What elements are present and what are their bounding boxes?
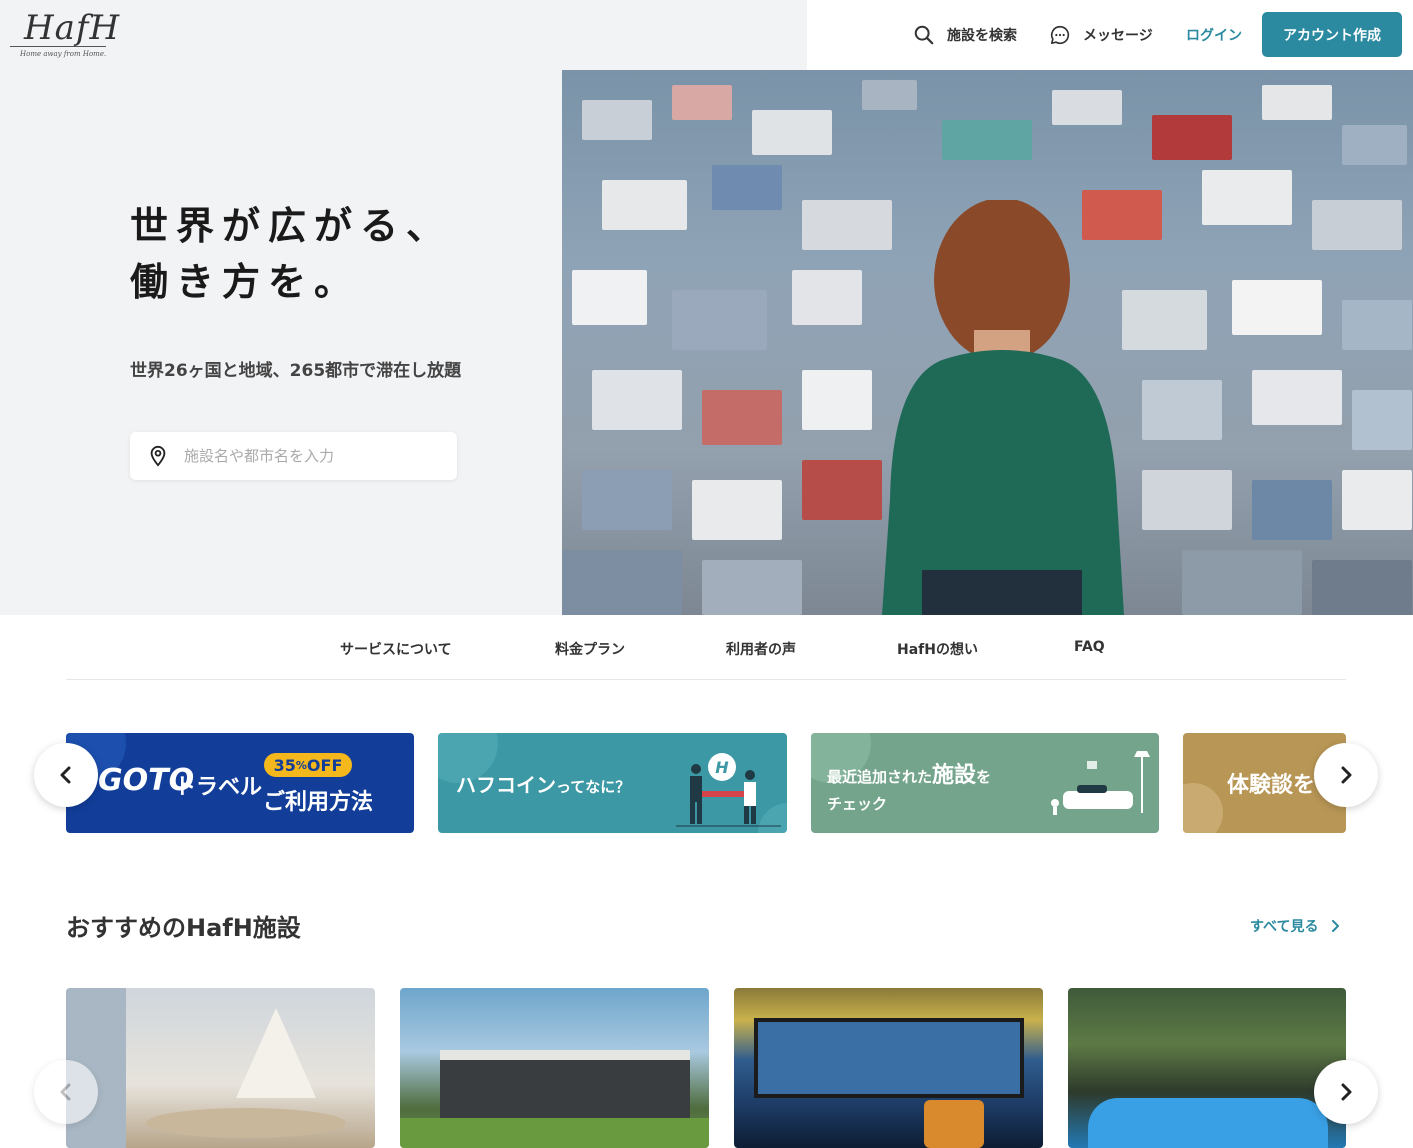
discount-off: OFF	[306, 755, 343, 775]
new-facilities-prefix: 最近追加された	[827, 768, 933, 786]
subnav-hafh-vision[interactable]: HafHの想い	[897, 639, 978, 659]
login-link[interactable]: ログイン	[1186, 22, 1242, 48]
hero-image-city-view	[562, 70, 1413, 615]
people-coin-illustration: H	[676, 753, 781, 827]
hero-text-panel	[0, 70, 562, 615]
building	[440, 1058, 690, 1118]
hafh-logo[interactable]: HafH Home away from Home.	[10, 6, 119, 62]
goto-usage-text: ご利用方法	[263, 790, 374, 815]
create-account-button[interactable]: アカウント作成	[1262, 12, 1402, 57]
subnav-pricing[interactable]: 料金プラン	[555, 639, 625, 659]
hafh-coin-suffix: ってなに？	[556, 778, 631, 796]
svg-text:H: H	[715, 758, 729, 777]
subnav-about-service[interactable]: サービスについて	[340, 639, 452, 659]
goto-travel-banner[interactable]: GOTO トラベル 35 % OFF ご利用方法	[66, 733, 414, 833]
hero-search-box[interactable]	[130, 432, 457, 480]
see-all-label: すべて見る	[1250, 919, 1319, 935]
chevron-left-icon	[60, 1083, 71, 1101]
facilities-next-button[interactable]	[1314, 1060, 1378, 1124]
hero-title-line2: 働き方を。	[130, 260, 361, 304]
banner-prev-button[interactable]	[34, 743, 98, 807]
logo-tagline: Home away from Home.	[20, 50, 107, 58]
search-icon	[914, 25, 934, 45]
section-navigation: サービスについて 料金プラン 利用者の声 HafHの想い FAQ	[66, 615, 1346, 680]
woman-figure	[882, 200, 1124, 615]
search-facilities-label: 施設を検索	[947, 28, 1017, 44]
banner-next-button[interactable]	[1314, 743, 1378, 807]
messages-link[interactable]: メッセージ	[1049, 22, 1153, 48]
header-left-bg	[0, 0, 807, 70]
chevron-left-icon	[60, 766, 71, 784]
hero-subtitle: 世界26ヶ国と地域、265都市で滞在し放題	[130, 361, 462, 381]
hero-search-input[interactable]	[184, 447, 434, 465]
new-facilities-banner[interactable]: 最近追加された施設を チェック	[811, 733, 1159, 833]
sofa-lamp-illustration	[1051, 751, 1150, 815]
discount-number: 35	[273, 755, 296, 775]
subnav-faq[interactable]: FAQ	[1074, 639, 1105, 655]
hafh-coin-main: ハフコイン	[456, 773, 556, 797]
experiences-title: 体験談を	[1227, 773, 1316, 798]
hafh-coin-title: ハフコインってなに？	[456, 769, 630, 798]
new-facilities-title: 最近追加された施設を	[827, 757, 991, 789]
new-facilities-highlight: 施設	[932, 763, 977, 788]
hafh-coin-banner[interactable]: ハフコインってなに？ H	[438, 733, 787, 833]
facility-card[interactable]	[66, 988, 375, 1148]
messages-label: メッセージ	[1083, 28, 1153, 44]
logo-text: HafH	[24, 8, 121, 48]
recommended-section-title: おすすめのHafH施設	[66, 914, 301, 942]
search-facilities-link[interactable]: 施設を検索	[913, 22, 1017, 48]
facilities-prev-button[interactable]	[34, 1060, 98, 1124]
subnav-testimonials[interactable]: 利用者の声	[726, 639, 796, 659]
wooden-buckets	[924, 1100, 984, 1148]
see-all-link[interactable]: すべて見る	[1250, 916, 1340, 936]
window-view	[754, 1018, 1024, 1098]
chat-bubble-icon	[1050, 25, 1070, 45]
discount-percent: %	[295, 758, 307, 772]
hero-title: 世界が広がる、 働き方を。	[130, 198, 452, 310]
logo-underline	[10, 46, 106, 47]
new-facilities-suffix: を	[976, 768, 992, 786]
map-pin-icon	[150, 445, 166, 467]
new-facilities-check: チェック	[827, 795, 888, 813]
tent	[236, 1008, 316, 1098]
goto-logo-sub: トラベル	[174, 775, 263, 800]
chevron-right-icon	[1341, 1083, 1352, 1101]
facility-card[interactable]	[1068, 988, 1346, 1148]
site-header: HafH Home away from Home. 施設を検索 メッセージ ログ…	[0, 0, 1413, 70]
discount-badge: 35 % OFF	[264, 753, 352, 777]
chevron-right-icon	[1341, 766, 1352, 784]
pool	[1088, 1098, 1328, 1148]
facility-card[interactable]	[400, 988, 709, 1148]
chevron-right-icon	[1332, 920, 1340, 932]
hero-title-line1: 世界が広がる、	[130, 204, 453, 248]
facility-card[interactable]	[734, 988, 1043, 1148]
